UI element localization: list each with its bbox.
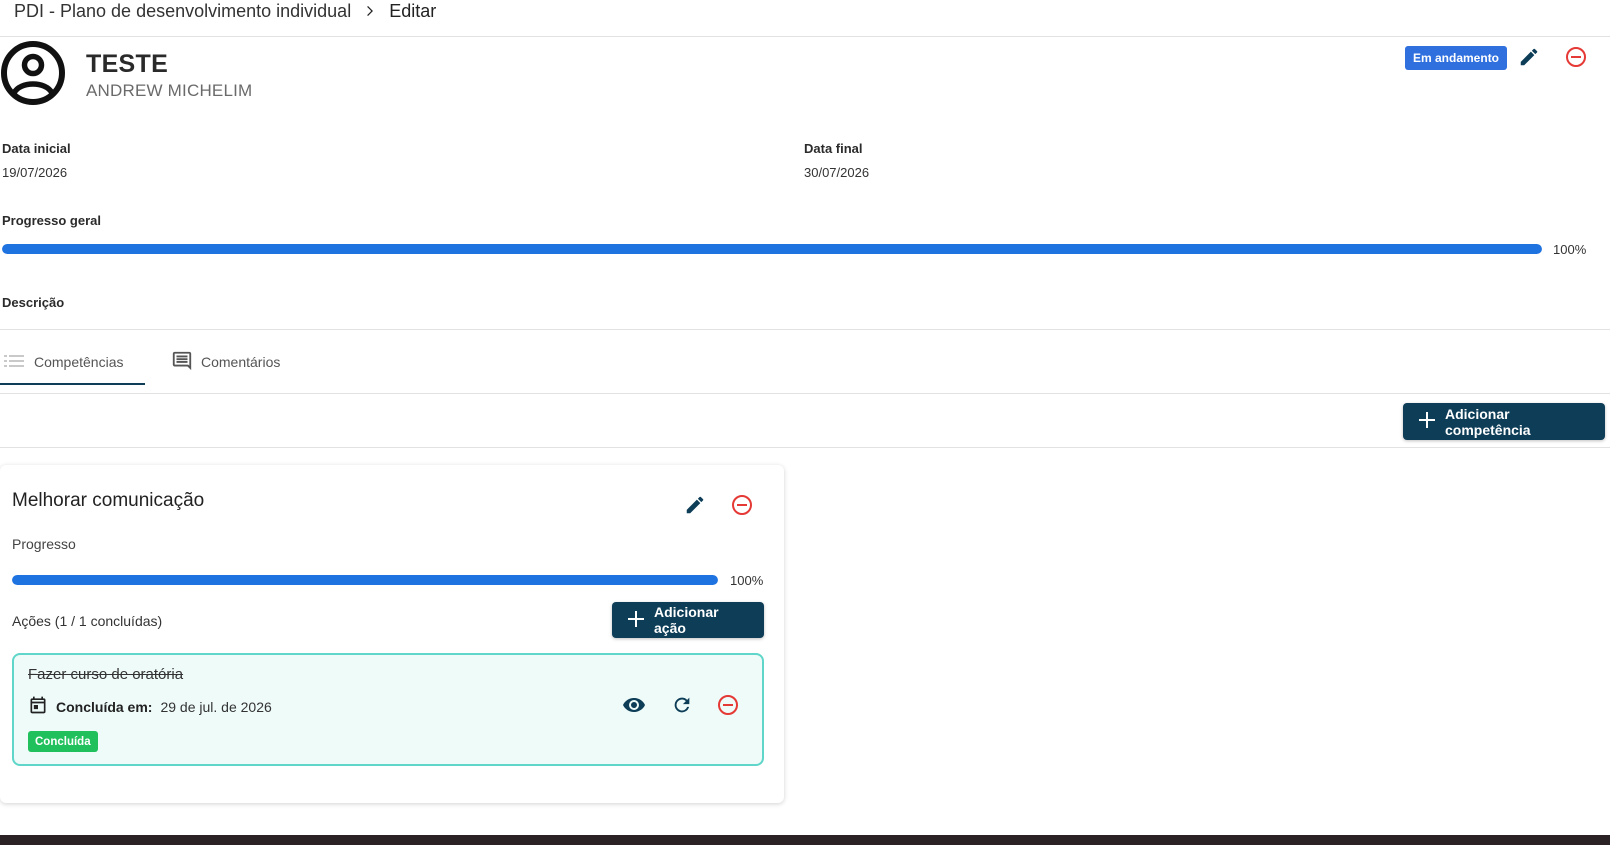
competence-title: Melhorar comunicação [12,490,205,511]
plus-icon [628,610,644,630]
remove-action-button[interactable] [714,693,742,721]
header-divider [0,36,1610,37]
tab-competencias-label: Competências [34,354,124,370]
start-date-value: 19/07/2026 [2,165,68,180]
taskbar-strip [0,835,1610,845]
account-circle-icon [0,40,66,106]
breadcrumb-parent[interactable]: PDI - Plano de desenvolvimento individua… [14,1,351,22]
add-competence-button[interactable]: Adicionar competência [1403,403,1605,440]
minus-circle-icon [730,493,754,522]
start-date-label: Data inicial [2,141,71,156]
add-action-label: Adicionar ação [654,604,719,636]
competence-progress-label: Progresso [12,536,76,552]
list-icon [4,354,26,371]
status-badge: Em andamento [1405,46,1508,70]
minus-circle-icon [716,693,740,722]
action-title: Fazer curso de oratória [28,666,184,683]
description-label: Descrição [2,295,65,310]
calendar-icon [28,695,48,718]
end-date-label: Data final [804,141,863,156]
end-date-value: 30/07/2026 [804,165,870,180]
action-date-value: 29 de jul. de 2026 [160,698,272,715]
status-badge-completed: Concluída [28,731,98,752]
breadcrumb-current: Editar [389,0,437,21]
add-action-button[interactable]: Adicionar ação [612,602,764,638]
tab-comentarios[interactable]: Comentários [167,340,284,384]
refresh-icon [671,694,693,721]
remove-pdi-button[interactable] [1562,45,1590,73]
chevron-right-icon [361,2,379,20]
reopen-action-button[interactable] [668,693,696,721]
competence-card: Melhorar comunicação Progresso 100% Açõe… [0,465,784,803]
pencil-icon [684,494,706,521]
edit-pdi-button[interactable] [1515,45,1543,73]
toolbar-divider [0,447,1610,448]
competence-progress-percent: 100% [730,573,764,588]
action-item: Fazer curso de oratória Concluída em: 29… [12,653,764,766]
action-completed-date: Concluída em: 29 de jul. de 2026 [28,695,272,718]
description-divider [0,329,1610,330]
add-competence-label: Adicionar competência [1445,405,1531,438]
pdi-header: TESTE ANDREW MICHELIM [0,40,1610,110]
competence-progress-fill [12,575,718,585]
tab-comentarios-label: Comentários [201,354,281,370]
actions-count: Ações (1 / 1 concluídas) [12,613,163,629]
action-date-label: Concluída em: [56,698,153,715]
minus-circle-icon [1564,45,1588,74]
breadcrumb: PDI - Plano de desenvolvimento individua… [14,0,436,22]
overall-progress-fill [2,244,1542,254]
overall-progress-percent: 100% [1553,242,1587,257]
eye-icon [622,693,646,722]
plus-icon [1419,412,1435,431]
page-title: TESTE [86,50,169,78]
overall-progress-bar [2,244,1542,254]
view-action-button[interactable] [620,693,648,721]
pencil-icon [1518,46,1540,73]
edit-competence-button[interactable] [681,493,709,521]
remove-competence-button[interactable] [728,493,756,521]
tab-competencias[interactable]: Competências [0,340,145,385]
competence-progress-bar [12,575,718,585]
employee-name: ANDREW MICHELIM [86,81,253,100]
tabs-divider [0,393,1610,394]
comment-icon [171,350,193,375]
overall-progress-label: Progresso geral [2,213,101,228]
